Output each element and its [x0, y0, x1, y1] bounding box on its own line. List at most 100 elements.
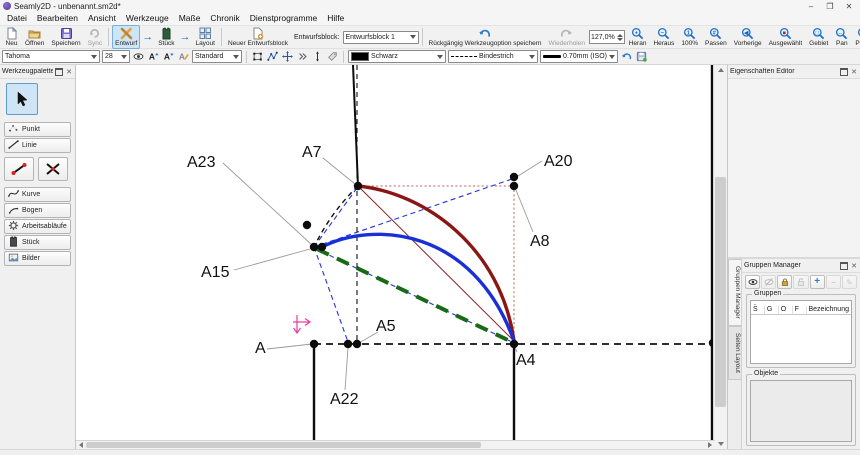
- undo-button[interactable]: Rückgängig Werkzeugoption speichern: [426, 25, 545, 49]
- zoom-pan-button[interactable]: ↔Pan: [832, 25, 851, 49]
- scroll-up-icon[interactable]: [714, 65, 727, 75]
- menu-item-5[interactable]: Chronik: [205, 12, 244, 25]
- mode-layout-button[interactable]: Layout: [192, 25, 218, 49]
- move-tool-button[interactable]: [281, 50, 294, 63]
- palette-item-arbeitsablufe[interactable]: Arbeitsabläufe: [4, 219, 71, 234]
- point-dot[interactable]: [344, 340, 352, 348]
- mode-piece-button[interactable]: Stück: [155, 25, 177, 49]
- font-decrease-button[interactable]: A: [162, 50, 175, 63]
- union-tool-button[interactable]: [251, 50, 264, 63]
- menu-item-3[interactable]: Werkzeuge: [121, 12, 174, 25]
- menu-item-4[interactable]: Maße: [174, 12, 206, 25]
- blue-curve[interactable]: [322, 234, 514, 341]
- zoom-heraus-button[interactable]: −Heraus: [650, 25, 677, 49]
- point-label-A5[interactable]: A5: [376, 318, 396, 335]
- reset-option-button[interactable]: [620, 50, 633, 63]
- zoom-passen-button[interactable]: #Passen: [702, 25, 730, 49]
- save-button[interactable]: Speichern: [48, 25, 83, 49]
- groups-col-o[interactable]: O: [779, 306, 793, 314]
- scroll-right-icon[interactable]: [706, 442, 714, 448]
- float-dock-icon[interactable]: [840, 68, 848, 76]
- horizontal-scroll-thumb[interactable]: [86, 442, 481, 448]
- point-label-A15[interactable]: A15: [201, 264, 230, 281]
- scroll-down-icon[interactable]: [714, 439, 727, 449]
- intersect-tool-button[interactable]: [38, 157, 68, 181]
- menu-item-2[interactable]: Ansicht: [83, 12, 121, 25]
- spin-down-icon[interactable]: [617, 38, 623, 41]
- point-dot[interactable]: [318, 243, 326, 251]
- float-dock-icon[interactable]: [840, 262, 848, 270]
- close-dock-icon[interactable]: ✕: [850, 68, 858, 76]
- hide-group-button[interactable]: [761, 275, 776, 289]
- point-label-A22[interactable]: A22: [330, 391, 359, 408]
- point-dot[interactable]: [510, 173, 518, 181]
- close-dock-icon[interactable]: ✕: [65, 68, 73, 76]
- zoom-vorherige-button[interactable]: ◀Vorherige: [731, 25, 765, 49]
- point-dot[interactable]: [354, 182, 362, 190]
- palette-item-stck[interactable]: Stück: [4, 235, 71, 250]
- palette-item-bilder[interactable]: Bilder: [4, 251, 71, 266]
- chevrons-button[interactable]: [296, 50, 309, 63]
- origin-marker-icon[interactable]: [293, 315, 310, 333]
- arrow-tool-button[interactable]: [6, 83, 38, 115]
- groups-col-bezeichnung[interactable]: Bezeichnung: [807, 306, 851, 314]
- close-button[interactable]: ✕: [841, 1, 857, 12]
- point-label-A23[interactable]: A23: [187, 154, 216, 171]
- palette-item-punkt[interactable]: Punkt: [4, 122, 71, 137]
- zoom-ausgewhlt-button[interactable]: ■Ausgewählt: [766, 25, 806, 49]
- unlock-group-button[interactable]: [793, 275, 808, 289]
- segment-tool-button[interactable]: [4, 157, 34, 181]
- font-edit-button[interactable]: A: [177, 50, 190, 63]
- menu-item-6[interactable]: Dienstprogramme: [245, 12, 323, 25]
- style-combo[interactable]: Standard: [192, 50, 242, 63]
- font-increase-button[interactable]: A: [147, 50, 160, 63]
- zoom-punkt-button[interactable]: •Punkt: [852, 25, 860, 49]
- mode-draft-button[interactable]: Entwurf: [112, 25, 140, 49]
- palette-item-linie[interactable]: Linie: [4, 138, 71, 153]
- drawing-svg[interactable]: A7A23A20A8A15A5AA22A4: [76, 65, 715, 441]
- scroll-left-icon[interactable]: [77, 442, 85, 448]
- show-group-button[interactable]: [745, 275, 760, 289]
- tab-groups-manager[interactable]: Gruppen Manager: [728, 259, 741, 326]
- float-dock-icon[interactable]: [55, 68, 63, 76]
- line-width-combo[interactable]: 0.70mm (ISO): [540, 50, 618, 63]
- draft-block-combo[interactable]: Entwurfsblock 1: [343, 31, 419, 44]
- point-dot[interactable]: [510, 182, 518, 190]
- palette-item-kurve[interactable]: Kurve: [4, 187, 71, 202]
- point-label-A[interactable]: A: [255, 340, 266, 357]
- label-tag-button[interactable]: [326, 50, 339, 63]
- point-label-A7[interactable]: A7: [302, 144, 322, 161]
- line-type-combo[interactable]: Bindestrich: [448, 50, 538, 63]
- spin-up-icon[interactable]: [617, 34, 623, 37]
- edit-group-button[interactable]: ✎: [842, 275, 857, 289]
- lock-group-button[interactable]: [777, 275, 792, 289]
- save-option-button[interactable]: [635, 50, 648, 63]
- zoom-gebiet-button[interactable]: □Gebiet: [806, 25, 831, 49]
- point-label-A20[interactable]: A20: [544, 153, 573, 170]
- maximize-button[interactable]: ❐: [822, 1, 838, 12]
- solid-lines[interactable]: [314, 65, 712, 441]
- redo-button[interactable]: Wiederholen: [545, 25, 588, 49]
- vertical-flip-button[interactable]: [311, 50, 324, 63]
- font-combo[interactable]: Tahoma: [2, 50, 100, 63]
- palette-item-bogen[interactable]: Bogen: [4, 203, 71, 218]
- new-button[interactable]: Neu: [2, 25, 21, 49]
- new-draft-block-button[interactable]: Neuer Entwurfsblock: [225, 25, 291, 49]
- polyline-tool-button[interactable]: [266, 50, 279, 63]
- point-dot[interactable]: [510, 340, 518, 348]
- open-button[interactable]: Öffnen: [22, 25, 47, 49]
- point-label-A4[interactable]: A4: [516, 352, 536, 369]
- line-color-combo[interactable]: Schwarz: [348, 50, 446, 63]
- menu-item-1[interactable]: Bearbeiten: [32, 12, 83, 25]
- menu-item-0[interactable]: Datei: [2, 12, 32, 25]
- zoom-spinbox[interactable]: 127,0%: [589, 30, 625, 44]
- groups-col-g[interactable]: G: [765, 306, 779, 314]
- zoom-100-button[interactable]: 1100%: [678, 25, 701, 49]
- add-group-button[interactable]: +: [810, 275, 825, 289]
- vertical-scroll-thumb[interactable]: [715, 177, 726, 407]
- point-dot[interactable]: [310, 243, 318, 251]
- minimize-button[interactable]: –: [803, 1, 819, 12]
- show-labels-button[interactable]: [132, 50, 145, 63]
- remove-group-button[interactable]: −: [826, 275, 841, 289]
- font-size-combo[interactable]: 28: [102, 50, 130, 63]
